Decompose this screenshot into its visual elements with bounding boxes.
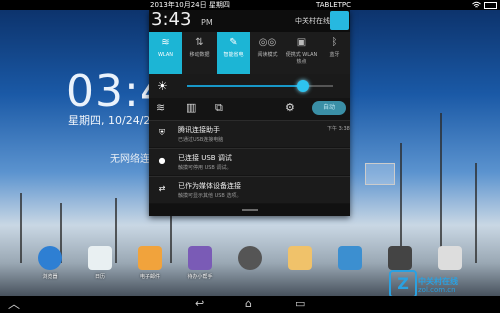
- panel-header: 3:43 PM 中关村在线: [149, 9, 350, 32]
- home-icon[interactable]: ⌂: [245, 297, 252, 310]
- app-notes[interactable]: [280, 246, 320, 270]
- message-widget-icon: [365, 163, 395, 185]
- camera-icon: [388, 246, 412, 270]
- app-label: 日历: [94, 274, 105, 280]
- drag-handle[interactable]: [242, 209, 258, 211]
- action-row: ≋ ▥ ⧉ ⚙ 自动: [149, 98, 350, 120]
- tile-reading-mode[interactable]: ◎◎ 阅读模式: [251, 32, 284, 74]
- notification-title: 腾讯连接助手: [178, 126, 220, 134]
- notification-title: 已作为媒体设备连接: [178, 182, 241, 190]
- mail-icon: [138, 246, 162, 270]
- tree-5: [400, 143, 402, 263]
- gallery-icon: [338, 246, 362, 270]
- app-camera[interactable]: [380, 246, 420, 270]
- app-label: 浏览器: [42, 274, 58, 280]
- app-label: 待办小帮手: [187, 274, 213, 280]
- gear-icon[interactable]: ⚙: [285, 101, 295, 114]
- navigation-bar: ︿ ↩ ⌂ ▭: [0, 296, 500, 313]
- app-drawer-icon: [238, 246, 262, 270]
- power-save-icon: ✎: [229, 37, 238, 48]
- usb-icon: ⇄: [158, 184, 166, 193]
- quick-settings: ≋ WLAN ⇅ 移动数据 ✎ 智能省电 ◎◎ 阅读模式 ▣ 便携式 WLAN …: [149, 32, 350, 74]
- bluetooth-icon: ᛒ: [331, 37, 338, 48]
- usb-debug-icon: ●: [158, 156, 166, 165]
- app-email[interactable]: 电子邮件: [130, 246, 170, 280]
- tile-bluetooth[interactable]: ᛒ 蓝牙: [319, 32, 350, 74]
- panel-footer: [149, 204, 350, 216]
- screen-cast-icon[interactable]: ⧉: [215, 101, 223, 115]
- tile-mobile-data[interactable]: ⇅ 移动数据: [183, 32, 216, 74]
- notification-subtitle: 触摸可显示其他 USB 选项。: [178, 193, 242, 199]
- tile-label: 蓝牙: [329, 52, 340, 58]
- device-name: TABLETPC: [316, 1, 352, 9]
- notification-subtitle: 已通过USB连接电脑: [178, 137, 224, 143]
- watermark-url: zol.com.cn: [418, 286, 456, 294]
- tile-power-save[interactable]: ✎ 智能省电: [217, 32, 250, 74]
- tile-wlan[interactable]: ≋ WLAN: [149, 32, 182, 74]
- notification-title: 已连接 USB 调试: [178, 154, 232, 162]
- notes-icon: [288, 246, 312, 270]
- app-browser[interactable]: 浏览器: [30, 246, 70, 280]
- shield-icon: ⛨: [159, 128, 165, 137]
- notification-time: 下午 3:38: [327, 126, 350, 132]
- tile-label: 智能省电: [223, 52, 244, 58]
- notification-item[interactable]: ⇄ 已作为媒体设备连接 触摸可显示其他 USB 选项。: [149, 176, 350, 203]
- wifi-settings-icon[interactable]: ≋: [156, 101, 165, 114]
- back-icon[interactable]: ↩: [195, 297, 204, 310]
- audio-settings-icon[interactable]: ▥: [186, 101, 196, 114]
- brightness-icon: ☀: [157, 79, 168, 93]
- app-drawer[interactable]: [230, 246, 270, 270]
- app-calendar[interactable]: 日历: [80, 246, 120, 280]
- hotspot-icon: ▣: [296, 37, 307, 48]
- app-gallery[interactable]: [330, 246, 370, 270]
- recent-apps-icon[interactable]: ▭: [295, 297, 305, 310]
- wifi-icon: ≋: [161, 37, 170, 48]
- panel-ampm: PM: [201, 18, 213, 27]
- notification-item[interactable]: ⛨ 腾讯连接助手 已通过USB连接电脑 下午 3:38: [149, 120, 350, 147]
- auto-button[interactable]: 自动: [312, 101, 346, 115]
- tile-label: 阅读模式: [257, 52, 278, 58]
- tile-label: 便携式 WLAN 热点: [285, 52, 318, 65]
- tree-6: [440, 113, 442, 263]
- wifi-signal-icon: [472, 1, 481, 12]
- panel-time: 3:43: [151, 9, 192, 30]
- calendar-icon: [88, 246, 112, 270]
- lockscreen-date: 星期四, 10/24/20: [68, 114, 158, 127]
- app-store[interactable]: [430, 246, 470, 270]
- notification-subtitle: 触摸可停用 USB 调试。: [178, 165, 232, 171]
- brightness-knob[interactable]: [297, 80, 309, 92]
- status-bar: 2013年10月24日 星期四 TABLETPC: [0, 0, 500, 10]
- browser-icon: [38, 246, 62, 270]
- brightness-slider[interactable]: [187, 85, 333, 87]
- tile-label: WLAN: [157, 52, 173, 58]
- reading-icon: ◎◎: [258, 37, 277, 48]
- battery-icon: [484, 2, 497, 9]
- user-avatar[interactable]: [330, 11, 349, 30]
- brightness-row: ☀: [149, 74, 350, 98]
- app-label: 电子邮件: [139, 274, 160, 280]
- tile-label: 移动数据: [189, 52, 210, 58]
- data-icon: ⇅: [195, 37, 204, 48]
- app-todo[interactable]: 待办小帮手: [180, 246, 220, 280]
- notification-panel: 3:43 PM 中关村在线 ≋ WLAN ⇅ 移动数据 ✎ 智能省电 ◎◎ 阅读…: [149, 9, 350, 216]
- network-status-text: 无网络连: [110, 154, 150, 165]
- store-icon: [438, 246, 462, 270]
- notification-item[interactable]: ● 已连接 USB 调试 触摸可停用 USB 调试。: [149, 148, 350, 175]
- tile-hotspot[interactable]: ▣ 便携式 WLAN 热点: [285, 32, 318, 74]
- todo-icon: [188, 246, 212, 270]
- expand-icon[interactable]: ︿: [8, 295, 20, 312]
- panel-network: 中关村在线: [295, 17, 330, 25]
- watermark-logo: Z: [389, 270, 417, 298]
